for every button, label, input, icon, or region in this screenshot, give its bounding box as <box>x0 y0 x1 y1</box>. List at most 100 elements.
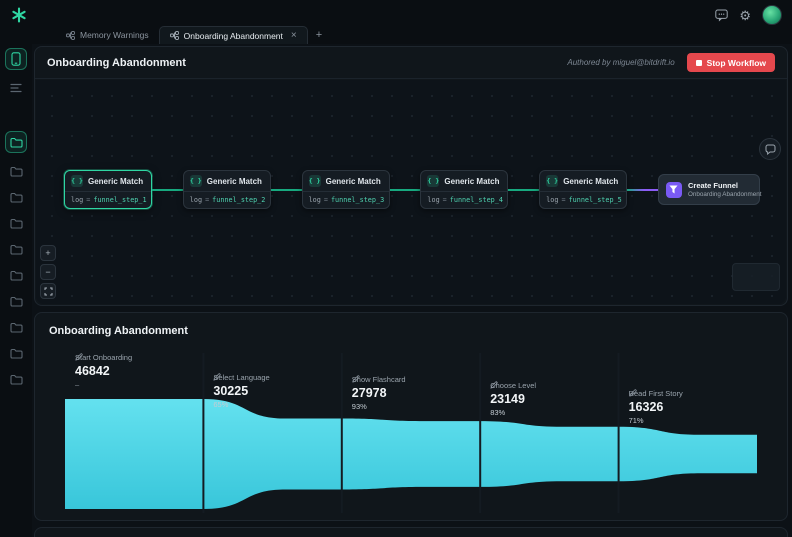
step-value: 30225 <box>213 384 337 398</box>
node-field: log <box>546 196 558 204</box>
close-tab-icon[interactable]: × <box>291 31 297 41</box>
sidebar-item-device[interactable] <box>5 48 27 70</box>
folder-icon <box>10 192 23 203</box>
user-avatar[interactable] <box>762 5 782 25</box>
folder-icon <box>10 218 23 229</box>
sidebar-folder-10[interactable] <box>5 371 27 387</box>
sidebar-folder-5[interactable] <box>5 241 27 257</box>
braces-icon: { } <box>190 175 202 187</box>
funnel-step-1: Start Onboarding 46842 – <box>75 353 199 389</box>
tab-label: Onboarding Abandonment <box>184 31 283 41</box>
workflow-nodes-row: { }Generic Matchlog=funnel_step_1{ }Gene… <box>64 170 760 209</box>
funnel-step-4: Choose Level2314983% <box>490 381 614 417</box>
workflow-canvas[interactable]: { }Generic Matchlog=funnel_step_1{ }Gene… <box>36 80 786 304</box>
connection-edge <box>271 189 302 191</box>
sidebar-folder-7[interactable] <box>5 293 27 309</box>
fit-view-button[interactable] <box>40 283 56 299</box>
minimap[interactable] <box>732 263 780 291</box>
sidebar-folders <box>5 131 27 387</box>
output-node-title: Create Funnel <box>688 181 762 190</box>
node-field: log <box>427 196 439 204</box>
workflow-node-5[interactable]: { }Generic Matchlog=funnel_step_5 <box>539 170 627 209</box>
workflow-node-3[interactable]: { }Generic Matchlog=funnel_step_3 <box>302 170 390 209</box>
comments-button[interactable] <box>759 138 781 160</box>
folder-icon <box>10 137 23 148</box>
step-percent: 93% <box>352 402 476 411</box>
funnel-step-3: Show Flashcard 27978 93% <box>352 375 476 411</box>
braces-icon: { } <box>309 175 321 187</box>
node-title: Generic Match <box>326 177 381 186</box>
funnel-chart: Start Onboarding 46842 – Select Language 302… <box>65 353 757 513</box>
stop-icon <box>696 60 702 66</box>
step-percent: 65% <box>213 400 337 409</box>
node-operator: = <box>86 196 90 204</box>
new-tab-button[interactable]: + <box>308 26 330 44</box>
node-operator: = <box>443 196 447 204</box>
next-section-card <box>34 527 788 537</box>
connection-edge <box>152 189 183 191</box>
step-label: Read First Story <box>629 389 683 398</box>
node-value: funnel_step_3 <box>331 196 384 204</box>
braces-icon: { } <box>546 175 558 187</box>
folder-icon <box>10 374 23 385</box>
node-title: Generic Match <box>207 177 262 186</box>
funnel-step-5: Read First Story1632671% <box>629 389 753 425</box>
step-label: Show Flashcard <box>352 375 406 384</box>
zoom-controls: +− <box>40 245 56 299</box>
step-value: 16326 <box>629 400 753 414</box>
stop-workflow-button[interactable]: Stop Workflow <box>687 53 775 72</box>
workflow-node-1[interactable]: { }Generic Matchlog=funnel_step_1 <box>64 170 152 209</box>
step-value: 27978 <box>352 386 476 400</box>
folder-icon <box>10 244 23 255</box>
zoom-out-button[interactable]: − <box>40 264 56 280</box>
sidebar-folder-3[interactable] <box>5 189 27 205</box>
tab-bar: Memory Warnings Onboarding Abandonment ×… <box>56 26 330 44</box>
step-label: Start Onboarding <box>75 353 132 362</box>
sidebar-folder-6[interactable] <box>5 267 27 283</box>
workflow-node-4[interactable]: { }Generic Matchlog=funnel_step_4 <box>420 170 508 209</box>
tab-memory-warnings[interactable]: Memory Warnings <box>56 26 159 44</box>
app-window: Memory Warnings Onboarding Abandonment ×… <box>0 0 792 537</box>
sidebar-item-list[interactable] <box>5 77 27 99</box>
step-value: 46842 <box>75 364 199 378</box>
step-value: 23149 <box>490 392 614 406</box>
settings-gear-icon[interactable]: ⚙ <box>739 9 751 22</box>
zoom-in-button[interactable]: + <box>40 245 56 261</box>
funnel-step-2: Select Language 30225 65% <box>213 373 337 409</box>
connection-edge-purple <box>627 189 658 191</box>
sidebar-folder-9[interactable] <box>5 345 27 361</box>
topbar-actions: ⚙ <box>715 5 782 25</box>
sidebar-folder-8[interactable] <box>5 319 27 335</box>
funnel-panel-title: Onboarding Abandonment <box>35 313 787 337</box>
folder-icon <box>10 322 23 333</box>
tab-onboarding-abandonment[interactable]: Onboarding Abandonment × <box>159 26 308 44</box>
step-percent: 83% <box>490 408 614 417</box>
main-area: Onboarding Abandonment Authored by migue… <box>32 44 792 537</box>
workflow-card: Onboarding Abandonment Authored by migue… <box>34 46 788 306</box>
workflow-node-2[interactable]: { }Generic Matchlog=funnel_step_2 <box>183 170 271 209</box>
step-label: Select Language <box>213 373 269 382</box>
node-field: log <box>190 196 202 204</box>
step-percent: – <box>75 380 199 389</box>
braces-icon: { } <box>71 175 83 187</box>
folder-icon <box>10 296 23 307</box>
workflow-tab-icon <box>66 31 75 40</box>
folder-icon <box>10 270 23 281</box>
node-operator: = <box>205 196 209 204</box>
node-title: Generic Match <box>444 177 499 186</box>
sidebar-folder-2[interactable] <box>5 163 27 179</box>
left-sidebar <box>0 44 32 537</box>
output-node-subtitle: Onboarding Abandonment <box>688 191 762 198</box>
bitdrift-logo-icon[interactable] <box>10 6 28 24</box>
topbar: Memory Warnings Onboarding Abandonment ×… <box>0 0 792 44</box>
create-funnel-node[interactable]: Create FunnelOnboarding Abandonment <box>658 174 760 205</box>
node-operator: = <box>561 196 565 204</box>
sidebar-folder-1[interactable] <box>5 131 27 153</box>
workflow-header: Onboarding Abandonment Authored by migue… <box>35 47 787 79</box>
workflow-tab-icon <box>170 31 179 40</box>
folder-icon <box>10 348 23 359</box>
sidebar-folder-4[interactable] <box>5 215 27 231</box>
node-value: funnel_step_4 <box>450 196 503 204</box>
tab-label: Memory Warnings <box>80 30 149 40</box>
feedback-icon[interactable] <box>715 9 728 22</box>
